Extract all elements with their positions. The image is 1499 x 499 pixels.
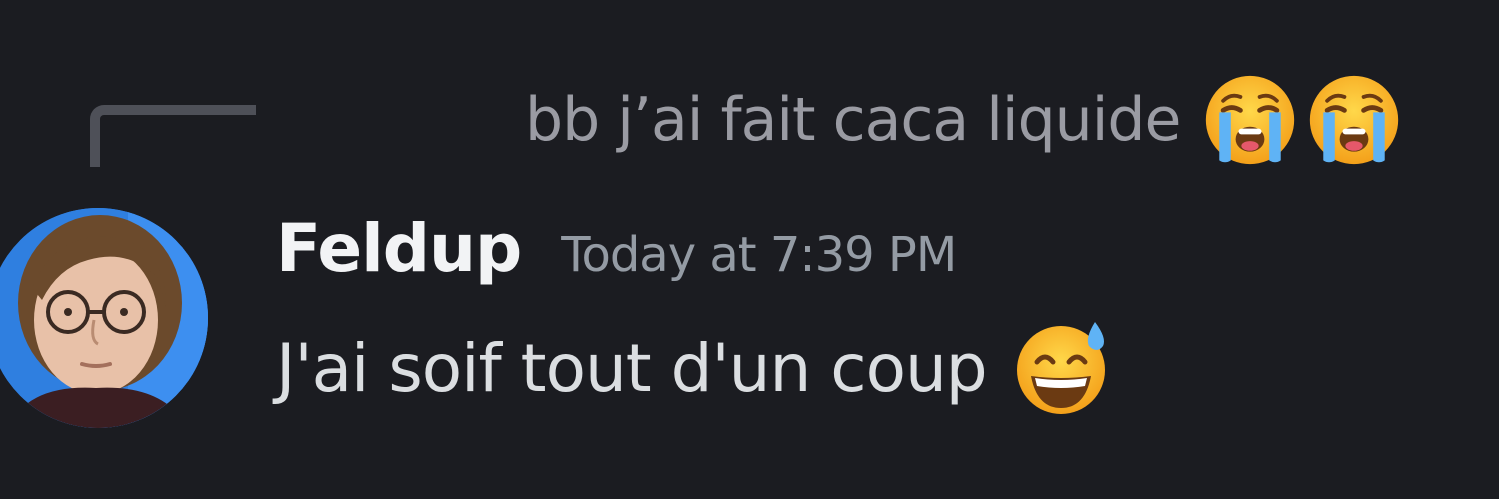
timestamp[interactable]: Today at 7:39 PM bbox=[561, 227, 957, 283]
message-content: J'ai soif tout d'un coup bbox=[276, 318, 1111, 418]
loudly-crying-face-icon bbox=[1306, 72, 1402, 168]
reply-spine bbox=[90, 105, 256, 167]
reply-preview[interactable]: bb j’ai fait caca liquide bbox=[525, 70, 1402, 170]
grinning-face-with-sweat-icon bbox=[1011, 318, 1111, 418]
reply-text[interactable]: bb j’ai fait caca liquide bbox=[525, 85, 1181, 155]
loudly-crying-face-icon bbox=[1202, 72, 1298, 168]
avatar[interactable] bbox=[0, 208, 208, 428]
message-text: J'ai soif tout d'un coup bbox=[276, 329, 988, 407]
message-header: Feldup Today at 7:39 PM bbox=[276, 210, 957, 300]
chat-view: bb j’ai fait caca liquide Feldup Today a… bbox=[0, 0, 1499, 499]
username[interactable]: Feldup bbox=[276, 210, 522, 287]
